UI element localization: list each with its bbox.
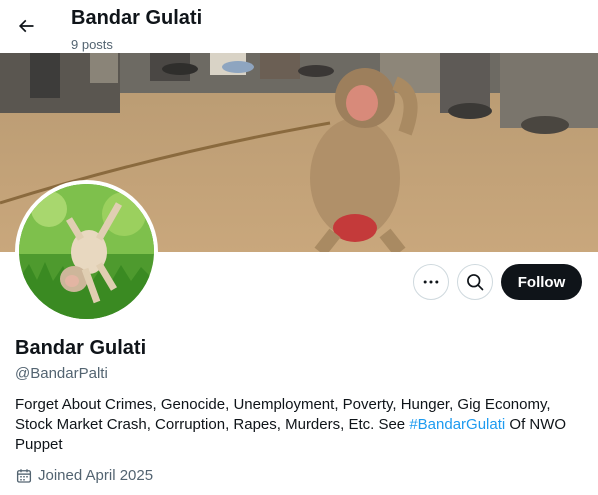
search-posts-button[interactable]	[457, 264, 493, 300]
arrow-left-icon	[18, 19, 34, 33]
header-title: Bandar Gulati	[71, 7, 203, 29]
profile-bio: Forget About Crimes, Genocide, Unemploym…	[15, 395, 585, 455]
post-count: 9 posts	[71, 37, 113, 52]
header-text: Bandar Gulati 9 posts	[71, 6, 202, 54]
profile-header: Bandar Gulati 9 posts	[0, 0, 598, 53]
user-handle: @BandarPalti	[15, 365, 108, 382]
join-date: Joined April 2025	[15, 466, 153, 486]
avatar[interactable]	[15, 180, 158, 323]
more-options-button[interactable]	[413, 264, 449, 300]
bio-hashtag-link[interactable]: #BandarGulati	[409, 416, 505, 433]
avatar-image	[19, 184, 154, 319]
display-name: Bandar Gulati	[15, 337, 147, 359]
calendar-icon	[15, 467, 33, 485]
profile-page: Bandar Gulati 9 posts Follow Bandar Gula…	[0, 0, 598, 495]
join-date-text: Joined April 2025	[38, 467, 154, 484]
follow-button[interactable]: Follow	[501, 264, 582, 300]
more-horizontal-icon	[423, 280, 439, 284]
search-icon	[467, 274, 484, 291]
back-button[interactable]	[8, 8, 44, 44]
